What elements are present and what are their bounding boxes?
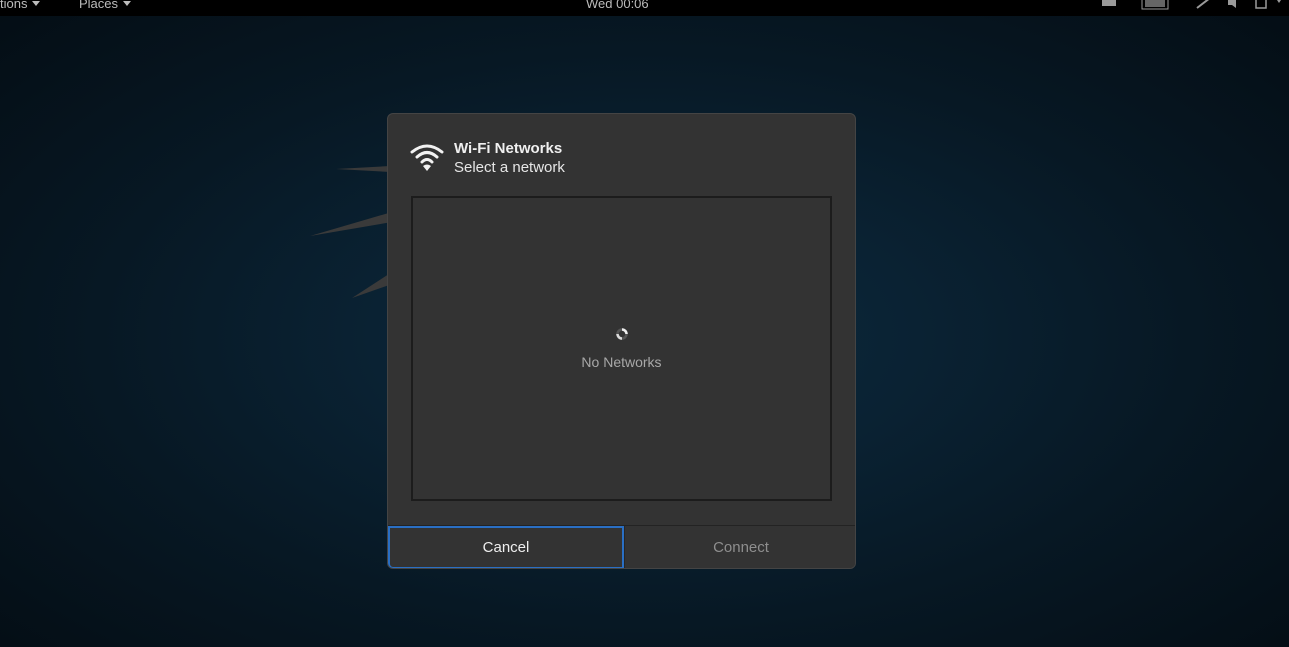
wifi-icon: [410, 143, 444, 173]
dialog-subtitle: Select a network: [454, 159, 565, 176]
cancel-button[interactable]: Cancel: [388, 526, 624, 568]
battery-icon[interactable]: [1255, 0, 1285, 12]
places-menu[interactable]: Places: [79, 0, 132, 13]
volume-icon[interactable]: [1226, 0, 1242, 12]
places-label: Places: [79, 0, 119, 11]
activities-label: tions: [0, 0, 28, 11]
chevron-down-icon: [32, 1, 41, 6]
chevron-down-icon: [123, 1, 132, 6]
network-icon[interactable]: [1196, 0, 1212, 12]
wifi-networks-dialog: Wi-Fi Networks Select a network No Netwo…: [387, 113, 856, 569]
dialog-title: Wi-Fi Networks: [454, 140, 563, 157]
connect-button[interactable]: Connect: [624, 526, 855, 568]
dialog-button-row: Cancel Connect: [388, 525, 855, 568]
empty-state-label: No Networks: [581, 354, 662, 370]
activities-menu[interactable]: tions: [0, 0, 41, 13]
network-list[interactable]: No Networks: [411, 196, 832, 501]
workspace-indicator-icon[interactable]: [1141, 0, 1169, 14]
loading-spinner-icon: [616, 327, 628, 340]
app-indicator-icon[interactable]: [1100, 0, 1118, 12]
top-bar: tions Places Wed 00:06: [0, 0, 1289, 16]
clock[interactable]: Wed 00:06: [586, 0, 649, 13]
